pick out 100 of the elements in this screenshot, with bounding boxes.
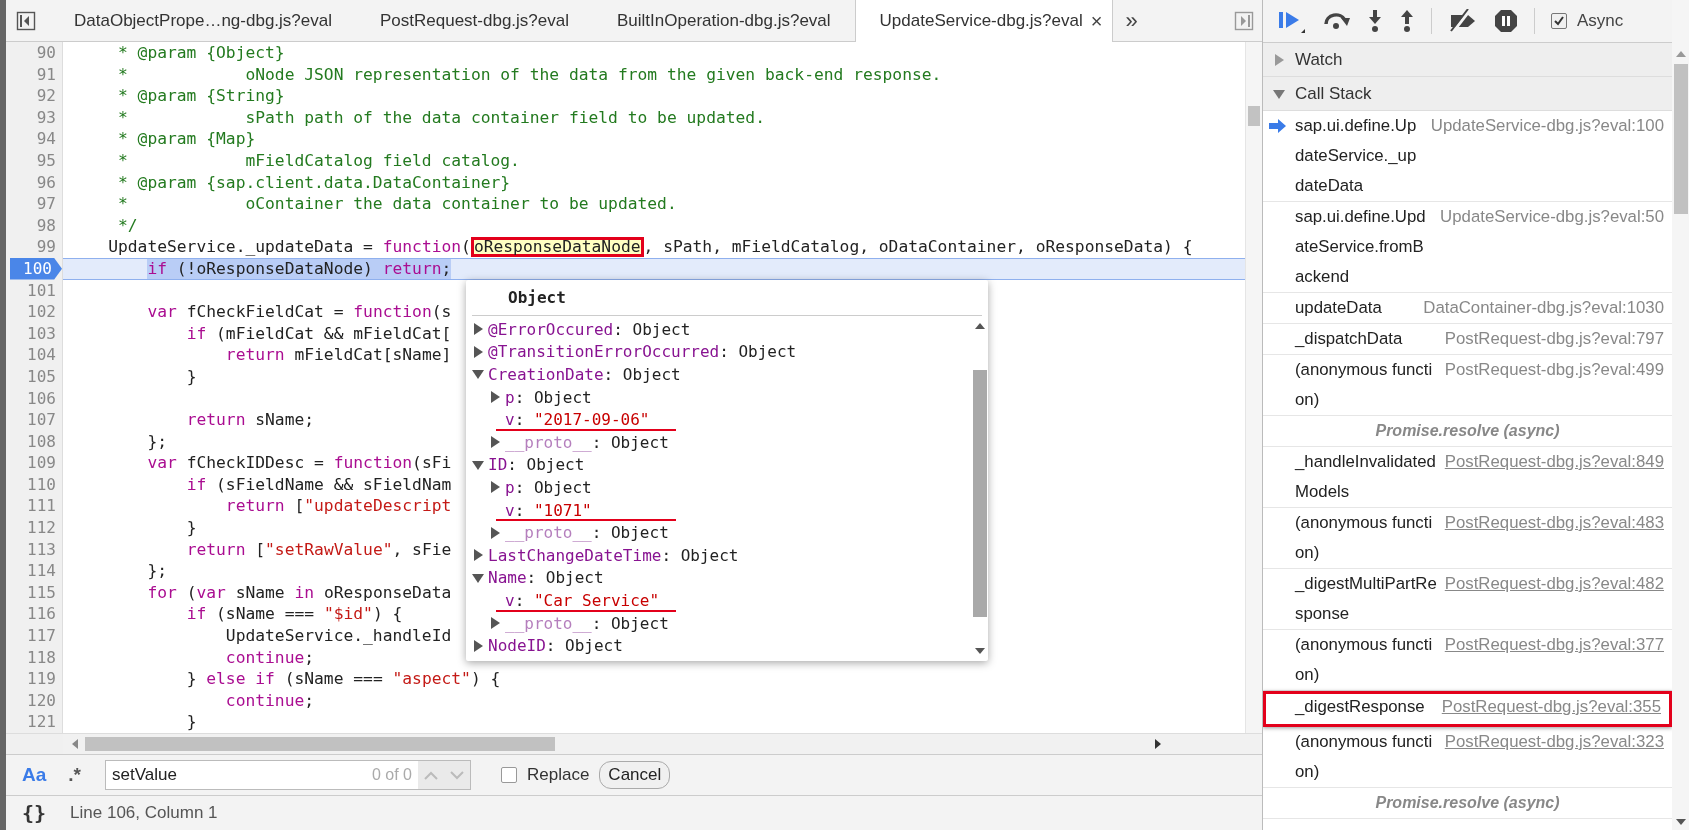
file-tab[interactable]: UpdateService-dbg.js?eval × — [854, 0, 1114, 42]
step-over-icon[interactable] — [1323, 10, 1351, 32]
code-line: }; — [147, 430, 167, 453]
regex-toggle[interactable]: .* — [62, 762, 87, 788]
step-into-icon[interactable] — [1367, 9, 1383, 33]
panel-toggle-icon[interactable] — [1234, 10, 1254, 31]
cancel-button[interactable]: Cancel — [599, 761, 671, 789]
line-number: 93 — [36, 106, 57, 129]
call-frame[interactable]: _dispatchData PostRequest-dbg.js?eval:797 — [1263, 324, 1672, 355]
scrollbar-thumb[interactable] — [1673, 64, 1688, 214]
code-line: * @param {String} — [118, 85, 285, 107]
expanded-arrow-icon[interactable] — [472, 368, 484, 381]
scroll-up-icon[interactable] — [975, 322, 985, 330]
line-number: 92 — [36, 85, 57, 107]
function-name: (anonymous function) — [1295, 634, 1434, 686]
line-number: 107 — [27, 409, 57, 431]
property-entry: __proto__: Object — [505, 524, 669, 542]
source-link[interactable]: PostRequest-dbg.js?eval:377 — [1444, 630, 1664, 660]
line-number: 100 — [10, 257, 62, 280]
collapsed-arrow-icon[interactable] — [489, 617, 501, 629]
replace-checkbox[interactable] — [501, 767, 517, 783]
property-entry: p: Object — [505, 478, 592, 496]
source-link[interactable]: PostRequest-dbg.js?eval:482 — [1444, 569, 1664, 599]
chevron-down-icon — [450, 770, 464, 780]
chevron-up-icon — [424, 770, 438, 780]
sidebar-toggle-icon[interactable] — [16, 10, 36, 31]
file-tab[interactable]: BuiltInOperation-dbg.js?eval — [593, 0, 855, 41]
source-link[interactable]: PostRequest-dbg.js?eval:483 — [1444, 508, 1664, 538]
collapsed-arrow-icon[interactable] — [489, 391, 501, 404]
collapsed-arrow-icon[interactable] — [472, 323, 484, 336]
source-link[interactable]: UpdateService-dbg.js?eval:100 — [1430, 111, 1664, 141]
line-number: 121 — [27, 711, 57, 733]
file-tab[interactable]: DataObjectPrope…ng-dbg.js?eval — [50, 0, 356, 41]
code-line: * @param {sap.client.data.DataContainer} — [118, 171, 511, 194]
scroll-left-icon[interactable] — [71, 739, 79, 749]
property-entry: p: Object — [505, 388, 592, 406]
section-title: Watch — [1295, 49, 1343, 70]
code-line: return mFieldCat[sName] — [225, 344, 452, 366]
collapsed-arrow-icon[interactable] — [472, 639, 484, 652]
code-line: return ["setRawValue", sFie — [186, 538, 452, 561]
collapsed-arrow-icon[interactable] — [472, 549, 484, 562]
line-number: 105 — [27, 365, 57, 388]
function-name: (anonymous function) — [1295, 512, 1434, 564]
pretty-print-button[interactable]: {} — [18, 801, 51, 825]
code-line: return sName; — [186, 409, 315, 431]
expanded-arrow-icon[interactable] — [472, 458, 484, 471]
property-entry: Name: Object — [488, 569, 604, 587]
search-box[interactable]: setValue 0 of 0 — [105, 760, 471, 790]
collapsed-arrow-icon[interactable] — [472, 345, 484, 358]
code-line: } — [186, 365, 197, 388]
function-name: _handleInvalidatedModels — [1295, 451, 1437, 503]
property-entry: CreationDate: Object — [488, 366, 681, 383]
scroll-down-icon[interactable] — [975, 646, 985, 655]
async-label: Async — [1577, 11, 1624, 31]
code-line: UpdateService._handleId — [225, 625, 452, 647]
call-frame[interactable]: _digestResponse PostRequest-dbg.js?eval:355 — [1263, 691, 1672, 727]
source-link[interactable]: DataContainer-dbg.js?eval:1030 — [1423, 293, 1664, 323]
code-line: if (mFieldCat && mFieldCat[ — [186, 322, 452, 345]
async-checkbox[interactable] — [1551, 13, 1567, 29]
code-line: * mFieldCatalog field catalog. — [118, 149, 520, 172]
pause-on-exceptions-icon[interactable] — [1494, 9, 1518, 33]
source-link[interactable]: PostRequest-dbg.js?eval:499 — [1444, 355, 1664, 385]
scrollbar-thumb[interactable] — [1248, 106, 1260, 126]
source-link[interactable]: UpdateService-dbg.js?eval:50 — [1440, 202, 1664, 232]
file-tab[interactable]: PostRequest-dbg.js?eval — [356, 0, 593, 41]
scrollbar-thumb[interactable] — [85, 737, 555, 751]
expanded-arrow-icon[interactable] — [1273, 87, 1285, 100]
code-line: for (var sName in oResponseData — [147, 581, 452, 604]
source-link[interactable]: PostRequest-dbg.js?eval:323 — [1444, 727, 1664, 757]
function-name: (anonymous function) — [1295, 359, 1434, 411]
line-number: 99 — [36, 236, 57, 258]
section-header[interactable]: Watch — [1263, 43, 1672, 77]
search-field[interactable]: setValue — [106, 761, 372, 789]
line-number: 97 — [36, 193, 57, 215]
step-out-icon[interactable] — [1399, 9, 1415, 33]
line-number: 103 — [27, 322, 57, 345]
property-entry: ID: Object — [488, 456, 585, 474]
line-number: 114 — [27, 560, 57, 582]
scroll-right-icon[interactable] — [1154, 739, 1162, 749]
collapsed-arrow-icon[interactable] — [489, 526, 501, 539]
call-frame[interactable]: updateData DataContainer-dbg.js?eval:1030 — [1263, 293, 1672, 324]
source-link[interactable]: PostRequest-dbg.js?eval:797 — [1444, 324, 1664, 354]
close-icon[interactable]: × — [1090, 9, 1103, 33]
more-tabs-button[interactable]: » — [1113, 0, 1150, 41]
expanded-arrow-icon[interactable] — [472, 571, 484, 584]
collapsed-arrow-icon[interactable] — [489, 436, 501, 449]
line-number: 117 — [27, 625, 57, 647]
line-number: 104 — [27, 344, 57, 366]
code-line: * @param {Map} — [118, 128, 256, 150]
function-name: _dispatchData — [1295, 328, 1404, 350]
popover-title: Object — [472, 280, 982, 316]
source-link[interactable]: PostRequest-dbg.js?eval:849 — [1444, 447, 1664, 477]
section-header[interactable]: Call Stack — [1263, 77, 1672, 111]
line-number: 94 — [36, 128, 57, 150]
scroll-down-icon[interactable] — [1675, 818, 1686, 826]
source-link[interactable]: PostRequest-dbg.js?eval:355 — [1441, 694, 1661, 720]
collapsed-arrow-icon[interactable] — [489, 481, 501, 494]
line-number: 118 — [27, 646, 57, 669]
match-case-toggle[interactable]: Aa — [16, 762, 53, 788]
scrollbar-thumb[interactable] — [973, 370, 987, 617]
